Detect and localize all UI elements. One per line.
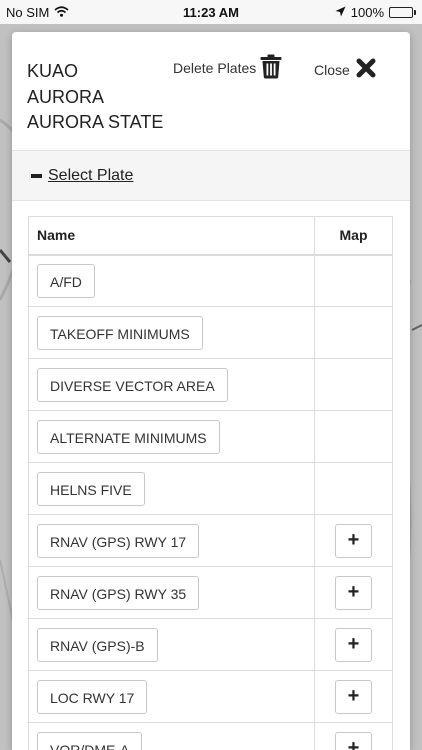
plate-name-cell: VOR/DME-A	[28, 722, 315, 750]
delete-plates-label: Delete Plates	[173, 60, 257, 76]
plate-map-cell: +	[314, 722, 393, 750]
status-right: 100%	[335, 5, 416, 20]
plate-map-cell: +	[314, 514, 393, 567]
plate-name-cell: ALTERNATE MINIMUMS	[28, 410, 315, 463]
airport-code: KUAO	[27, 61, 79, 81]
plate-map-cell	[314, 358, 393, 411]
plate-map-cell	[314, 462, 393, 515]
status-bar: No SIM 11:23 AM 100%	[0, 0, 422, 24]
plate-button[interactable]: RNAV (GPS)-B	[37, 627, 158, 662]
battery-icon	[389, 6, 416, 18]
table-row: ALTERNATE MINIMUMS	[28, 410, 393, 463]
plate-map-cell	[314, 254, 393, 307]
airport-name: AURORA STATE	[27, 112, 164, 132]
plate-map-cell	[314, 306, 393, 359]
minus-icon	[31, 173, 42, 178]
modal-header: KUAO AURORA AURORA STATE Delete Plates C…	[12, 32, 410, 151]
add-to-map-button[interactable]: +	[335, 679, 372, 714]
plate-name-cell: HELNS FIVE	[28, 462, 315, 515]
close-label: Close	[314, 61, 350, 78]
close-button[interactable]: Close	[314, 58, 376, 81]
plate-name-cell: RNAV (GPS) RWY 35	[28, 566, 315, 619]
plates-table: Name Map A/FD TAKEOFF MINIMUMS DIVERSE VEC…	[28, 216, 393, 750]
plate-button[interactable]: HELNS FIVE	[37, 471, 145, 506]
table-row: VOR/DME-A +	[28, 722, 393, 750]
table-row: DIVERSE VECTOR AREA	[28, 358, 393, 411]
select-plate-bar: Select Plate	[12, 151, 410, 201]
table-row: HELNS FIVE	[28, 462, 393, 515]
plate-button[interactable]: A/FD	[37, 263, 95, 298]
add-to-map-button[interactable]: +	[335, 627, 372, 662]
plate-button[interactable]: DIVERSE VECTOR AREA	[37, 367, 228, 402]
battery-percent: 100%	[350, 4, 384, 20]
plate-button[interactable]: RNAV (GPS) RWY 17	[37, 523, 200, 558]
plate-name-cell: TAKEOFF MINIMUMS	[28, 306, 315, 359]
add-to-map-button[interactable]: +	[335, 523, 372, 558]
delete-plates-button[interactable]: Delete Plates	[173, 54, 282, 82]
plates-list: A/FD TAKEOFF MINIMUMS DIVERSE VECTOR AREA A…	[28, 254, 393, 750]
status-left: No SIM	[6, 5, 69, 20]
plate-button[interactable]: TAKEOFF MINIMUMS	[37, 315, 203, 350]
plate-button[interactable]: LOC RWY 17	[37, 679, 148, 714]
carrier-label: No SIM	[6, 4, 50, 20]
plate-map-cell: +	[314, 566, 393, 619]
wifi-icon	[54, 5, 69, 20]
table-row: RNAV (GPS) RWY 17 +	[28, 514, 393, 567]
plate-name-cell: DIVERSE VECTOR AREA	[28, 358, 315, 411]
location-arrow-icon	[335, 5, 346, 20]
table-header-row: Name Map	[28, 216, 393, 256]
airport-title: KUAO AURORA AURORA STATE	[27, 59, 163, 136]
table-row: RNAV (GPS) RWY 35 +	[28, 566, 393, 619]
table-row: A/FD	[28, 254, 393, 307]
plate-button[interactable]: RNAV (GPS) RWY 35	[37, 575, 200, 610]
plate-map-cell	[314, 410, 393, 463]
table-row: LOC RWY 17 +	[28, 670, 393, 723]
plate-button[interactable]: ALTERNATE MINIMUMS	[37, 419, 220, 454]
close-icon	[356, 58, 376, 81]
select-plate-toggle[interactable]: Select Plate	[31, 167, 133, 185]
add-to-map-button[interactable]: +	[335, 575, 372, 610]
column-header-name: Name	[28, 216, 315, 256]
plate-name-cell: LOC RWY 17	[28, 670, 315, 723]
select-plate-label: Select Plate	[48, 166, 134, 184]
plate-name-cell: RNAV (GPS)-B	[28, 618, 315, 671]
column-header-map: Map	[314, 216, 393, 256]
add-to-map-button[interactable]: +	[335, 731, 372, 750]
plate-name-cell: A/FD	[28, 254, 315, 307]
plate-map-cell: +	[314, 670, 393, 723]
plate-map-cell: +	[314, 618, 393, 671]
plate-button[interactable]: VOR/DME-A	[37, 731, 143, 750]
plate-name-cell: RNAV (GPS) RWY 17	[28, 514, 315, 567]
trash-icon	[260, 54, 282, 82]
table-row: RNAV (GPS)-B +	[28, 618, 393, 671]
airport-city: AURORA	[27, 86, 105, 107]
plates-modal: KUAO AURORA AURORA STATE Delete Plates C…	[12, 32, 410, 750]
table-row: TAKEOFF MINIMUMS	[28, 306, 393, 359]
